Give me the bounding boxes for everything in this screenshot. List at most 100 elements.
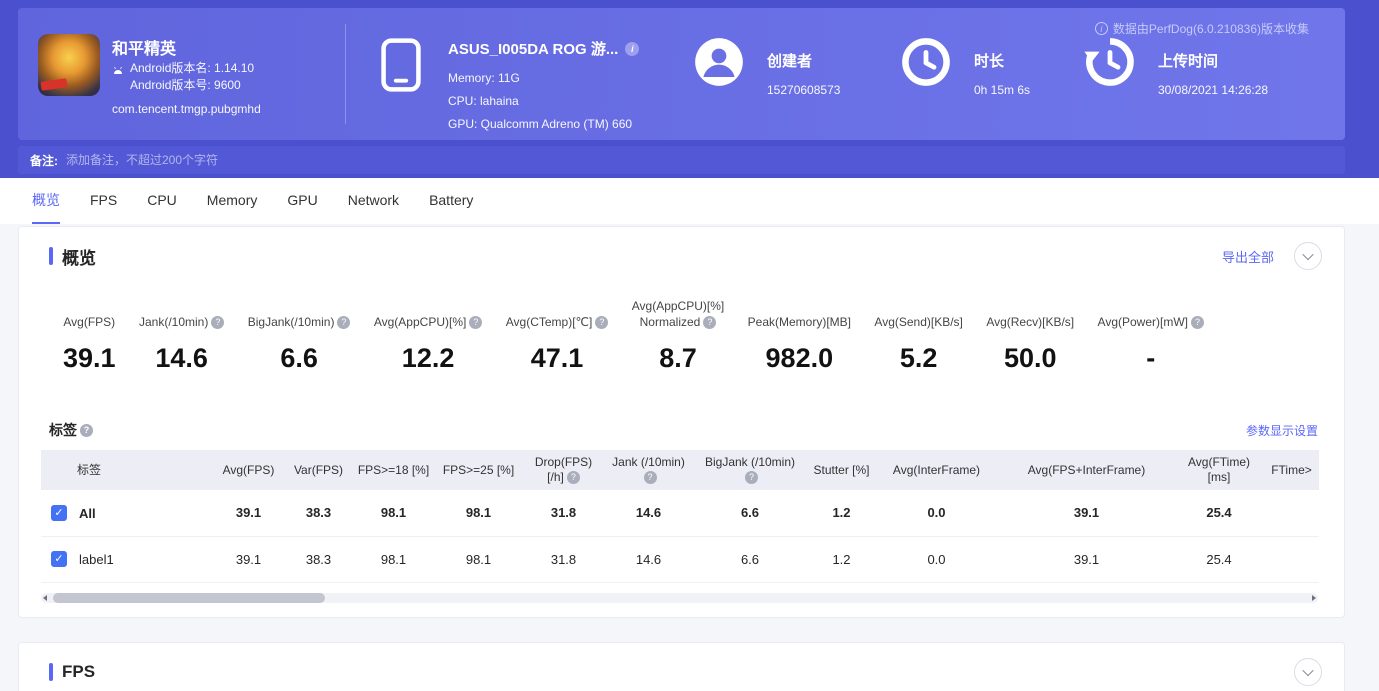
labels-table-head-row: 标签 Avg(FPS) Var(FPS) FPS>=18 [%] FPS>=25 [%]… [41,450,1319,490]
collapse-overview-button[interactable] [1294,242,1322,270]
tab-overview[interactable]: 概览 [32,178,60,224]
report-header: i 数据由PerfDog(6.0.210836)版本收集 和平精英 Androi… [0,0,1379,178]
fps-card: FPS [18,641,1345,691]
column-header-avg-fps-interframe: Avg(FPS+InterFrame) [1027,462,1146,477]
chevron-down-icon [1302,664,1314,676]
note-input[interactable] [66,153,486,167]
column-header-fps-ge-18: FPS>=18 [%] [357,462,430,477]
tab-bar: 概览 FPS CPU Memory GPU Network Battery [0,178,1379,224]
help-icon[interactable]: ? [745,471,758,484]
help-icon[interactable]: ? [1191,316,1204,329]
duration-text: 时长 0h 15m 6s [974,36,1030,97]
horizontal-scrollbar[interactable] [41,592,1318,603]
chevron-down-icon [1302,248,1314,261]
stat-avg-fps: Avg(FPS) 39.1 [63,314,116,374]
creator-value: 15270608573 [767,83,841,97]
table-cell [1264,536,1319,583]
column-header-jank: Jank (/10min)? [612,455,685,484]
table-cell: 1.2 [809,490,874,537]
column-header-ftime-gt: FTime> [1271,462,1312,477]
tab-fps[interactable]: FPS [90,178,117,224]
stat-value: 5.2 [899,343,938,373]
export-all-link[interactable]: 导出全部 [1222,247,1274,266]
table-cell: 0.0 [874,536,999,583]
scroll-left-arrow-icon[interactable] [43,594,47,601]
table-cell: 98.1 [436,536,521,583]
tab-memory[interactable]: Memory [207,178,258,224]
stat-value: 47.1 [530,343,584,373]
stat-value: 12.2 [401,343,455,373]
android-icon [112,63,124,94]
help-icon[interactable]: ? [337,316,351,329]
column-header-stutter: Stutter [%] [813,462,870,477]
upload-time-label: 上传时间 [1158,53,1219,70]
help-icon[interactable]: ? [80,423,93,437]
stat-avg-ctemp: Avg(CTemp)[℃]? 47.1 [506,314,609,374]
app-version-block: Android版本名: 1.14.10 Android版本号: 9600 [112,60,254,94]
row-checkbox[interactable] [51,505,67,522]
stat-bigjank: BigJank(/10min)? 6.6 [248,314,351,374]
param-display-settings-link[interactable]: 参数显示设置 [1246,422,1318,439]
table-cell [1264,490,1319,537]
table-cell: 25.4 [1174,536,1264,583]
creator-text: 创建者 15270608573 [767,36,840,97]
overview-title: 概览 [62,248,96,268]
column-header-avg-fps: Avg(FPS) [222,462,275,477]
header-divider [345,24,346,124]
stat-jank: Jank(/10min)? 14.6 [139,314,225,374]
note-bar: 备注: [18,146,1345,174]
row-checkbox[interactable] [51,551,67,568]
column-header-avg-interframe: Avg(InterFrame) [892,462,981,477]
help-icon[interactable]: ? [211,316,225,329]
column-header-drop-fps: Drop(FPS) [/h]? [534,455,593,484]
stat-label: Avg(CTemp)[℃]? [506,314,609,330]
duration-group: 时长 0h 15m 6s [900,36,1030,97]
row-label-cell: All [41,490,211,537]
duration-value: 0h 15m 6s [974,83,1031,97]
column-header-fps-ge-25: FPS>=25 [%] [442,462,515,477]
table-cell: 39.1 [211,490,286,537]
help-icon[interactable]: ? [595,316,609,329]
column-header-var-fps: Var(FPS) [293,462,344,477]
device-cpu: CPU: lahaina [448,94,519,108]
help-icon[interactable]: ? [703,316,717,329]
table-row: All39.138.398.198.131.814.66.61.20.039.1… [41,490,1319,537]
fps-card-header: FPS [19,643,1344,686]
scroll-right-arrow-icon[interactable] [1312,594,1316,601]
scrollbar-thumb[interactable] [53,592,325,603]
stat-label: Avg(FPS) [63,315,116,329]
section-accent-bar [49,247,53,265]
table-row: label139.138.398.198.131.814.66.61.20.03… [41,536,1319,583]
stat-label: Jank(/10min)? [139,314,225,330]
tab-cpu[interactable]: CPU [147,178,177,224]
help-icon[interactable]: ? [643,471,657,484]
duration-label: 时长 [974,53,1005,70]
app-name: 和平精英 [112,41,177,58]
device-info-icon[interactable]: i [625,41,640,56]
column-header-bigjank: BigJank (/10min)? [704,455,796,484]
upload-time-text: 上传时间 30/08/2021 14:26:28 [1158,36,1268,97]
app-version-name: Android版本名: 1.14.10 [130,61,255,75]
stat-label: Avg(AppCPU)[%] Normalized? [631,299,725,329]
info-icon: i [1094,22,1108,35]
note-label: 备注: [30,153,58,168]
stat-avg-appcpu-normalized: Avg(AppCPU)[%] Normalized? 8.7 [632,298,724,374]
perfdog-report-page: i 数据由PerfDog(6.0.210836)版本收集 和平精英 Androi… [0,0,1379,691]
table-cell: 38.3 [286,490,351,537]
report-content: 概览 FPS CPU Memory GPU Network Battery 概览 导出全部 … [0,178,1379,691]
collapse-fps-button[interactable] [1294,657,1322,686]
tab-gpu[interactable]: GPU [287,178,317,224]
tab-battery[interactable]: Battery [429,178,473,224]
labels-table: 标签 Avg(FPS) Var(FPS) FPS>=18 [%] FPS>=25 [%]… [41,450,1319,583]
help-icon[interactable]: ? [566,471,580,484]
upload-time-group: 上传时间 30/08/2021 14:26:28 [1084,36,1268,97]
history-clock-icon [1084,36,1136,88]
tab-network[interactable]: Network [348,178,399,224]
help-icon[interactable]: ? [469,316,483,329]
table-cell: 25.4 [1174,490,1264,537]
table-cell: 98.1 [351,490,436,537]
stat-value: 6.6 [280,343,318,373]
table-cell: 98.1 [351,536,436,583]
phone-icon [380,38,422,97]
stat-label: Avg(Send)[KB/s] [874,315,963,329]
